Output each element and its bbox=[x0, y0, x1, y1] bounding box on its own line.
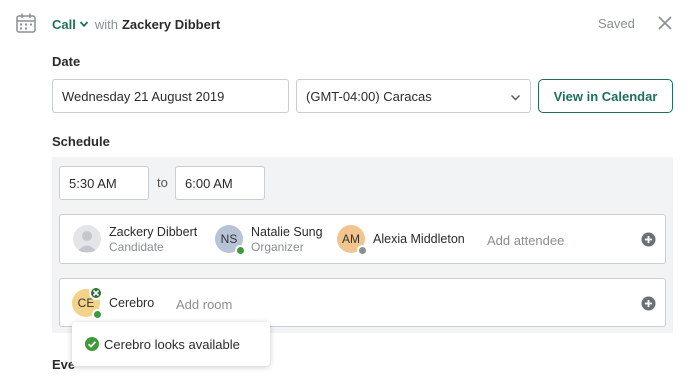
date-label: Date bbox=[52, 54, 81, 69]
event-type-label: Call bbox=[52, 16, 76, 32]
event-header: Call with Zackery Dibbert bbox=[52, 15, 220, 33]
event-type-dropdown[interactable]: Call bbox=[52, 17, 89, 32]
schedule-label: Schedule bbox=[52, 134, 110, 149]
user-placeholder-icon bbox=[77, 231, 97, 252]
timezone-value: (GMT-04:00) Caracas bbox=[306, 88, 432, 104]
check-circle-icon bbox=[85, 337, 99, 351]
add-attendee-placeholder[interactable]: Add attendee bbox=[487, 233, 564, 248]
end-time-input[interactable]: 6:00 AM bbox=[175, 166, 265, 200]
remove-room-icon[interactable] bbox=[89, 286, 103, 300]
status-dot bbox=[357, 245, 368, 256]
date-value: Wednesday 21 August 2019 bbox=[62, 88, 225, 104]
avatar-initials: NS bbox=[220, 232, 238, 246]
start-time-value: 5:30 AM bbox=[69, 175, 117, 191]
to-text: to bbox=[157, 175, 168, 190]
tooltip-text: Cerebro looks available bbox=[104, 336, 240, 352]
avatar-initials: AM bbox=[342, 232, 360, 246]
room-name: Cerebro bbox=[109, 296, 155, 310]
calendar-icon bbox=[16, 13, 36, 33]
attendee-name: Natalie Sung bbox=[251, 225, 323, 239]
add-room-placeholder[interactable]: Add room bbox=[176, 297, 232, 312]
attendee-role: Candidate bbox=[109, 240, 164, 254]
date-input[interactable]: Wednesday 21 August 2019 bbox=[52, 79, 289, 113]
chevron-down-icon bbox=[511, 95, 520, 101]
status-dot bbox=[235, 245, 246, 256]
save-status: Saved bbox=[598, 16, 635, 31]
attendee-role: Organizer bbox=[251, 240, 304, 254]
chevron-down-icon bbox=[79, 21, 89, 28]
close-icon[interactable] bbox=[657, 15, 673, 31]
attendee-name: Alexia Middleton bbox=[373, 232, 465, 246]
status-dot bbox=[92, 309, 103, 320]
attendees-field[interactable]: Zackery Dibbert Candidate NS Natalie Sun… bbox=[59, 214, 666, 264]
add-attendee-icon[interactable] bbox=[641, 232, 656, 247]
end-time-value: 6:00 AM bbox=[185, 175, 233, 191]
view-in-calendar-button[interactable]: View in Calendar bbox=[538, 79, 673, 113]
avatar bbox=[73, 225, 101, 253]
start-time-input[interactable]: 5:30 AM bbox=[59, 166, 149, 200]
with-text: with bbox=[94, 16, 118, 32]
rooms-field[interactable]: CE Cerebro Add room bbox=[59, 278, 666, 327]
attendee-name: Zackery Dibbert bbox=[109, 225, 198, 239]
add-room-icon[interactable] bbox=[641, 296, 656, 311]
availability-tooltip: Cerebro looks available bbox=[72, 322, 270, 366]
candidate-name: Zackery Dibbert bbox=[121, 16, 221, 32]
timezone-select[interactable]: (GMT-04:00) Caracas bbox=[296, 79, 531, 113]
